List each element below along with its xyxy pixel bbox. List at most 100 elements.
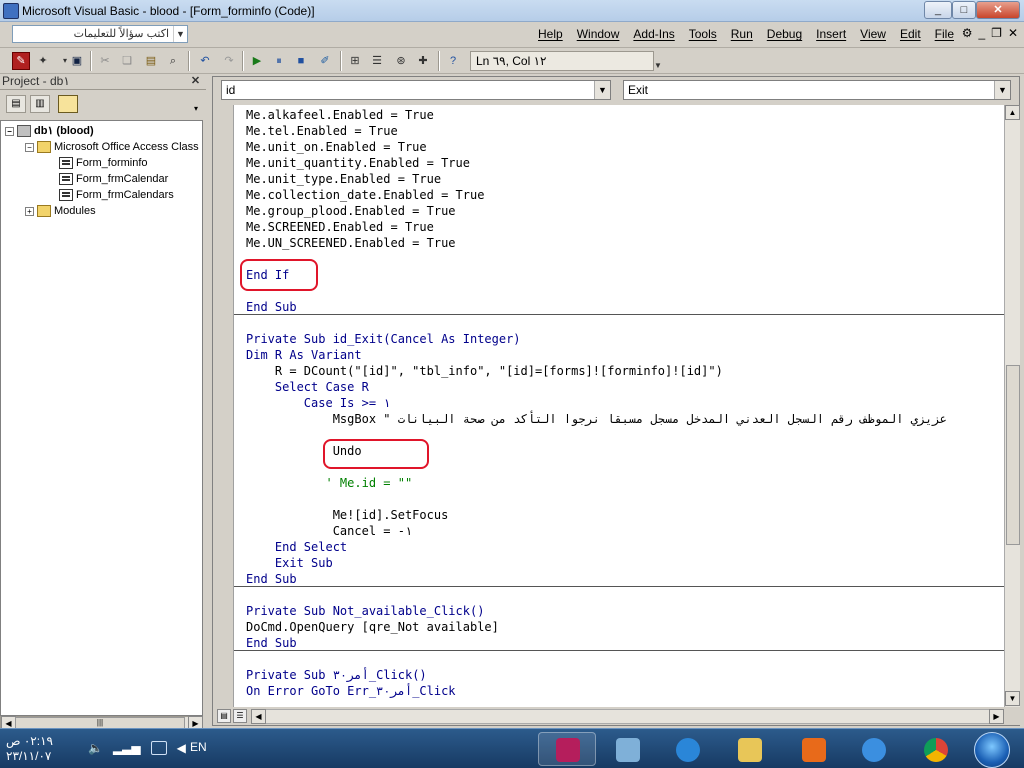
menu-run[interactable]: Run bbox=[731, 27, 753, 41]
folder-icon bbox=[37, 205, 51, 218]
taskbar-app-chrome[interactable] bbox=[906, 732, 964, 766]
menu-edit[interactable]: Edit bbox=[900, 27, 921, 41]
design-mode-icon[interactable]: ✐ bbox=[316, 52, 334, 70]
code-line: Me.tel.Enabled = True bbox=[246, 124, 398, 138]
collapse-icon[interactable]: − bbox=[25, 142, 34, 152]
tree-node-form-forminfo[interactable]: Form_forminfo bbox=[59, 155, 148, 171]
toggle-folders-icon[interactable] bbox=[58, 95, 78, 113]
close-icon[interactable]: ✕ bbox=[189, 75, 202, 88]
code-horizontal-scrollbar[interactable]: ◀ ▶ bbox=[251, 709, 1004, 724]
clock[interactable]: ٠٢:١٩ ص ٢٣/١١/٠٧ bbox=[6, 734, 76, 766]
undo-icon[interactable]: ↶ bbox=[196, 52, 214, 70]
scroll-right-icon[interactable]: ▶ bbox=[989, 709, 1004, 724]
taskbar-app-media[interactable] bbox=[784, 732, 842, 766]
chrome-icon bbox=[924, 738, 948, 762]
save-icon[interactable]: ▣ bbox=[68, 52, 86, 70]
code-line: Me![id].SetFocus bbox=[246, 508, 449, 522]
chevron-down-icon[interactable]: ▼ bbox=[594, 81, 610, 99]
show-hidden-icon[interactable]: ◀ bbox=[177, 741, 186, 755]
tree-node-form-frmcalendars[interactable]: Form_frmCalendars bbox=[59, 187, 174, 203]
menu-help[interactable]: Help bbox=[538, 27, 563, 41]
taskbar-app-folder[interactable] bbox=[720, 732, 778, 766]
scroll-down-icon[interactable]: ▼ bbox=[1005, 691, 1020, 706]
menu-insert[interactable]: Insert bbox=[816, 27, 846, 41]
maximize-button[interactable]: □ bbox=[952, 1, 976, 19]
chevron-down-icon[interactable]: ▾ bbox=[194, 104, 198, 113]
procedure-combo[interactable]: Exit ▼ bbox=[623, 80, 1011, 100]
code-line: R = DCount("[id]", "tbl_info", "[id]=[fo… bbox=[246, 364, 723, 378]
view-code-icon[interactable]: ▤ bbox=[6, 95, 26, 113]
minimize-button[interactable]: _ bbox=[924, 1, 952, 19]
folder-icon bbox=[37, 141, 51, 154]
scroll-left-icon[interactable]: ◀ bbox=[251, 709, 266, 724]
code-line: Me.unit_quantity.Enabled = True bbox=[246, 156, 470, 170]
close-button[interactable]: ✕ bbox=[976, 1, 1020, 19]
scroll-thumb[interactable] bbox=[1006, 365, 1020, 545]
expand-icon[interactable]: + bbox=[25, 206, 34, 216]
language-indicator[interactable]: EN bbox=[190, 740, 207, 754]
scroll-up-icon[interactable]: ▲ bbox=[1005, 105, 1020, 120]
paste-icon[interactable]: ▤ bbox=[142, 52, 160, 70]
tree-node-form-frmcalendar[interactable]: Form_frmCalendar bbox=[59, 171, 168, 187]
help-icon[interactable]: ? bbox=[444, 52, 462, 70]
procedure-view-icon[interactable]: ▤ bbox=[217, 709, 231, 723]
view-access-icon[interactable]: ✎ bbox=[12, 52, 30, 70]
doc-minimize-icon[interactable]: _ bbox=[978, 26, 985, 40]
object-combo[interactable]: id ▼ bbox=[221, 80, 611, 100]
insert-module-icon[interactable]: ✦ bbox=[34, 52, 52, 70]
menu-tools[interactable]: Tools bbox=[689, 27, 717, 41]
find-icon[interactable]: ⌕ bbox=[164, 52, 182, 70]
taskbar-app-ie[interactable] bbox=[844, 732, 902, 766]
taskbar-app-access[interactable] bbox=[538, 732, 596, 766]
properties-icon[interactable]: ☰ bbox=[368, 52, 386, 70]
redo-icon[interactable]: ↷ bbox=[220, 52, 238, 70]
reset-icon[interactable]: ■ bbox=[292, 52, 310, 70]
vb-editor-window: Microsoft Visual Basic - blood - [Form_f… bbox=[0, 0, 1024, 731]
toolbox-icon[interactable]: ✚ bbox=[414, 52, 432, 70]
object-combo-value: id bbox=[226, 83, 236, 97]
code-line: Me.unit_type.Enabled = True bbox=[246, 172, 442, 186]
code-line: End Select bbox=[246, 540, 348, 554]
taskbar-app-explorer-ie[interactable] bbox=[658, 732, 716, 766]
code-vertical-scrollbar[interactable]: ▲ ▼ bbox=[1004, 105, 1020, 707]
menu-file[interactable]: File bbox=[935, 27, 954, 41]
taskbar-app-notepad[interactable] bbox=[598, 732, 656, 766]
menu-bar: اكتب سؤالاً للتعليمات ▼ Help Window Add-… bbox=[0, 22, 1024, 48]
copy-icon[interactable]: ❏ bbox=[118, 52, 136, 70]
menu-view[interactable]: View bbox=[860, 27, 886, 41]
break-icon[interactable]: ⏸ bbox=[270, 52, 288, 70]
tree-node-project[interactable]: − db١ (blood) bbox=[5, 123, 94, 139]
project-title-text: Project - db١ bbox=[2, 74, 70, 88]
menu-debug[interactable]: Debug bbox=[767, 27, 802, 41]
view-object-icon[interactable]: ▥ bbox=[30, 95, 50, 113]
ask-question-placeholder: اكتب سؤالاً للتعليمات bbox=[73, 28, 169, 40]
run-icon[interactable]: ▶ bbox=[248, 52, 266, 70]
doc-close-icon[interactable]: ✕ bbox=[1008, 26, 1018, 40]
cut-icon[interactable]: ✂ bbox=[96, 52, 114, 70]
volume-icon[interactable]: 🔈 bbox=[88, 741, 103, 755]
vb-doc-icon[interactable]: ⚙ bbox=[962, 26, 973, 40]
chevron-down-icon[interactable]: ▼ bbox=[994, 81, 1010, 99]
object-browser-icon[interactable]: ⊛ bbox=[392, 52, 410, 70]
code-line: End Sub bbox=[246, 572, 297, 586]
project-explorer-icon[interactable]: ⊞ bbox=[346, 52, 364, 70]
toolbar-options-icon[interactable]: ▼ bbox=[654, 60, 663, 72]
chevron-down-icon[interactable]: ▼ bbox=[173, 26, 187, 42]
full-module-view-icon[interactable]: ☰ bbox=[233, 709, 247, 723]
start-button[interactable] bbox=[966, 730, 1018, 768]
network-icon[interactable] bbox=[150, 741, 167, 755]
tree-node-modules[interactable]: + Modules bbox=[25, 203, 96, 219]
media-icon bbox=[802, 738, 826, 762]
tree-node-class-objects[interactable]: − Microsoft Office Access Class bbox=[25, 139, 199, 155]
ask-question-box[interactable]: اكتب سؤالاً للتعليمات ▼ bbox=[12, 25, 188, 43]
margin-indicator-bar[interactable] bbox=[213, 105, 234, 707]
collapse-icon[interactable]: − bbox=[5, 126, 14, 136]
menu-window[interactable]: Window bbox=[577, 27, 620, 41]
toolbar-separator bbox=[188, 51, 190, 71]
notepad-icon bbox=[616, 738, 640, 762]
code-line: Select Case R bbox=[246, 380, 369, 394]
menu-add-ins[interactable]: Add-Ins bbox=[633, 27, 674, 41]
code-editor[interactable]: Me.alkafeel.Enabled = True Me.tel.Enabled… bbox=[234, 105, 1004, 707]
signal-icon[interactable]: ▂▃▅ bbox=[113, 741, 141, 755]
doc-restore-icon[interactable]: ❐ bbox=[991, 26, 1002, 40]
